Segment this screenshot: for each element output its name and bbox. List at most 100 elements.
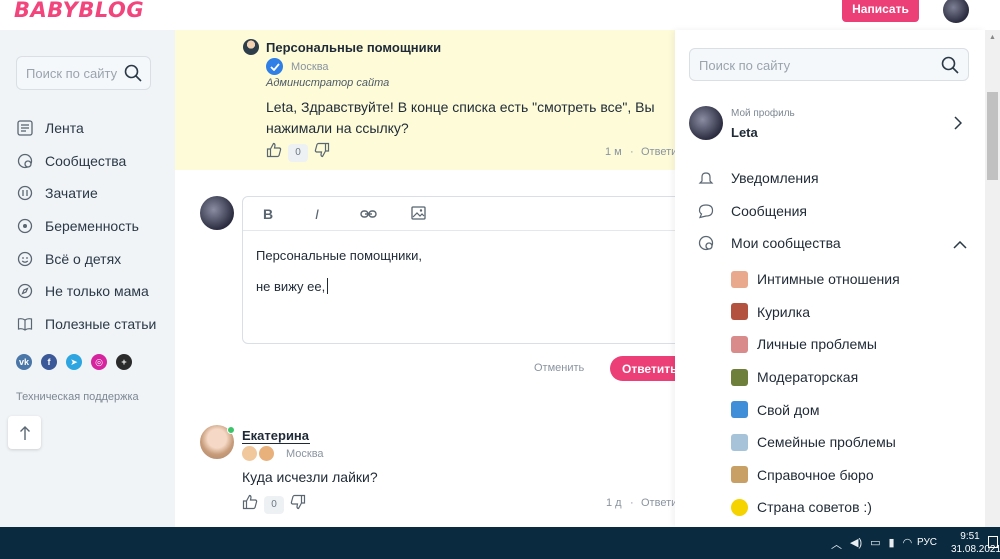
panel-search-input[interactable]: Поиск по сайту bbox=[689, 48, 969, 81]
bell-icon bbox=[697, 169, 715, 187]
thumbs-up-icon[interactable] bbox=[242, 494, 258, 515]
community-icon bbox=[731, 401, 748, 419]
comment-time: 1 д bbox=[606, 497, 622, 509]
search-placeholder: Поиск по сайту bbox=[26, 66, 118, 81]
bold-button[interactable]: B bbox=[263, 206, 273, 222]
italic-button[interactable]: I bbox=[315, 206, 319, 222]
community-item[interactable]: Личные проблемы bbox=[731, 328, 900, 361]
search-icon[interactable] bbox=[124, 64, 142, 87]
comment-author-role: Администратор сайта bbox=[266, 77, 390, 89]
clock-time: 9:51 bbox=[960, 531, 980, 542]
facebook-icon[interactable]: f bbox=[41, 354, 57, 370]
author-underline bbox=[242, 443, 310, 444]
site-logo[interactable]: BABYBLOG bbox=[14, 0, 144, 22]
thumbs-up-icon[interactable] bbox=[266, 142, 282, 163]
chevron-up-icon[interactable] bbox=[953, 236, 967, 254]
tray-icons: ︿ ◀) ▭ ▮ ◠ bbox=[831, 536, 912, 552]
sidebar-item-conception[interactable]: Зачатие bbox=[16, 177, 156, 210]
community-item[interactable]: Справочное бюро bbox=[731, 459, 900, 492]
sidebar-item-not-only-mom[interactable]: Не только мама bbox=[16, 275, 156, 308]
image-icon[interactable] bbox=[411, 206, 426, 223]
search-icon[interactable] bbox=[941, 56, 959, 79]
baby-badge-icon bbox=[259, 446, 274, 461]
community-icon bbox=[731, 466, 748, 484]
scroll-top-button[interactable] bbox=[8, 416, 41, 449]
community-label: Курилка bbox=[757, 303, 810, 320]
chevron-right-icon[interactable] bbox=[954, 116, 963, 135]
community-label: Личные проблемы bbox=[757, 336, 877, 353]
text-caret bbox=[327, 278, 329, 294]
reply-link[interactable]: Ответить bbox=[641, 146, 675, 158]
community-item[interactable]: Модераторская bbox=[731, 361, 900, 394]
nav-my-communities[interactable]: Мои сообщества bbox=[697, 227, 841, 260]
comment-author-avatar[interactable] bbox=[243, 39, 259, 55]
community-item[interactable]: Курилка bbox=[731, 296, 900, 329]
editor-text-line-content: не вижу ее, bbox=[256, 279, 326, 294]
scrollbar-thumb[interactable] bbox=[987, 92, 998, 180]
top-bar: BABYBLOG Написать bbox=[0, 0, 1000, 30]
nav-label: Уведомления bbox=[731, 170, 819, 187]
submit-reply-button[interactable]: Ответить bbox=[610, 356, 675, 381]
vk-icon[interactable]: vk bbox=[16, 354, 32, 370]
profile-avatar[interactable] bbox=[689, 106, 723, 140]
community-item[interactable]: Страна советов :) bbox=[731, 491, 900, 524]
separator-dot: · bbox=[630, 497, 634, 509]
user-avatar[interactable] bbox=[943, 0, 969, 23]
profile-name[interactable]: Leta bbox=[731, 125, 758, 140]
clock[interactable]: 9:51 31.08.2021 bbox=[951, 530, 1000, 556]
chevron-up-icon[interactable]: ︿ bbox=[831, 536, 842, 552]
clock-date: 31.08.2021 bbox=[951, 544, 1000, 555]
plus-icon[interactable]: + bbox=[116, 354, 132, 370]
kids-icon bbox=[16, 250, 34, 268]
reply-editor[interactable]: B I Персональные помощники, не вижу ее, bbox=[242, 196, 675, 344]
comment-author-city: Москва bbox=[286, 448, 324, 460]
scroll-up-arrow-icon[interactable]: ▲ bbox=[989, 34, 996, 41]
nav-messages[interactable]: Сообщения bbox=[697, 195, 841, 228]
network-icon[interactable]: ▭ bbox=[870, 536, 880, 552]
sidebar-item-label: Сообщества bbox=[45, 152, 127, 169]
community-item[interactable]: Семейные проблемы bbox=[731, 426, 900, 459]
comment-author-city: Москва bbox=[291, 61, 329, 73]
community-item[interactable]: Свой дом bbox=[731, 393, 900, 426]
community-item[interactable]: Интимные отношения bbox=[731, 263, 900, 296]
wifi-icon[interactable]: ◠ bbox=[903, 536, 913, 552]
cancel-button[interactable]: Отменить bbox=[534, 362, 584, 374]
instagram-icon[interactable]: ◎ bbox=[91, 354, 107, 370]
sidebar-nav: Лента Сообщества Зачатие Беременность Вс… bbox=[16, 112, 156, 340]
author-badges bbox=[242, 446, 274, 461]
sidebar-search-input[interactable]: Поиск по сайту bbox=[16, 56, 151, 90]
sidebar-item-kids[interactable]: Всё о детях bbox=[16, 242, 156, 275]
social-links: vk f ➤ ◎ + bbox=[16, 354, 132, 370]
sidebar-item-label: Всё о детях bbox=[45, 250, 122, 267]
write-button[interactable]: Написать bbox=[842, 0, 919, 22]
user-mention[interactable]: Leta bbox=[266, 99, 293, 115]
community-icon bbox=[731, 303, 748, 321]
thumbs-down-icon[interactable] bbox=[290, 494, 306, 515]
feed-icon bbox=[16, 119, 34, 137]
sidebar-item-label: Лента bbox=[45, 120, 84, 137]
sidebar-item-pregnancy[interactable]: Беременность bbox=[16, 210, 156, 243]
community-label: Интимные отношения bbox=[757, 271, 900, 288]
keyboard-language[interactable]: РУС bbox=[917, 537, 937, 548]
thumbs-down-icon[interactable] bbox=[314, 142, 330, 163]
book-icon bbox=[16, 315, 34, 333]
profile-subtitle: Мой профиль bbox=[731, 108, 795, 119]
my-avatar bbox=[200, 196, 234, 230]
support-link[interactable]: Техническая поддержка bbox=[16, 391, 139, 403]
comment-author-name[interactable]: Персональные помощники bbox=[266, 40, 441, 55]
comment-author-name[interactable]: Екатерина bbox=[242, 428, 309, 443]
volume-icon[interactable]: ◀) bbox=[850, 536, 862, 552]
sidebar-item-articles[interactable]: Полезные статьи bbox=[16, 308, 156, 341]
comment-text: Куда исчезли лайки? bbox=[242, 469, 378, 485]
sidebar-item-feed[interactable]: Лента bbox=[16, 112, 156, 145]
nav-label: Мои сообщества bbox=[731, 235, 841, 252]
notifications-icon[interactable] bbox=[988, 536, 998, 548]
community-list: Интимные отношения Курилка Личные пробле… bbox=[731, 263, 900, 524]
sidebar-item-communities[interactable]: Сообщества bbox=[16, 145, 156, 178]
nav-notifications[interactable]: Уведомления bbox=[697, 162, 841, 195]
telegram-icon[interactable]: ➤ bbox=[66, 354, 82, 370]
link-icon[interactable] bbox=[360, 207, 377, 223]
reply-link[interactable]: Ответить bbox=[641, 497, 675, 509]
communities-icon bbox=[16, 152, 34, 170]
battery-icon[interactable]: ▮ bbox=[889, 536, 895, 552]
